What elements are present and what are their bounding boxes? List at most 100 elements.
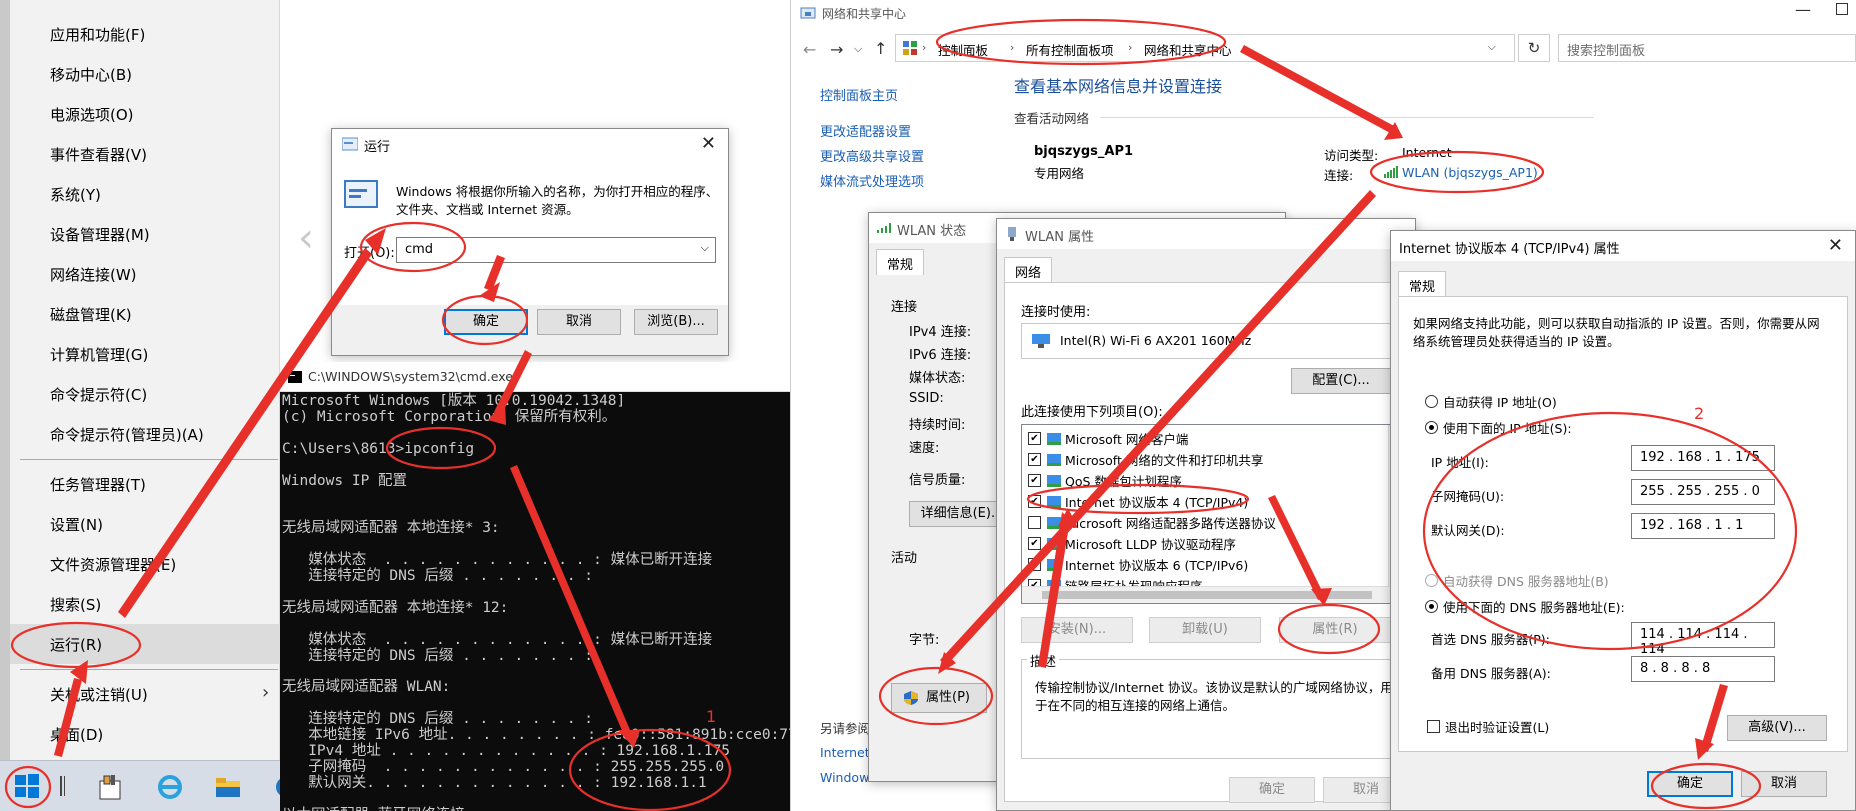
run-browse-button[interactable]: 浏览(B)... [634, 309, 718, 335]
menu-item-diskmgmt[interactable]: 磁盘管理(K) [50, 304, 132, 325]
wlan-props-ok-button[interactable]: 确定 [1229, 777, 1315, 803]
run-cancel-button[interactable]: 取消 [537, 309, 621, 335]
close-icon[interactable]: ✕ [1828, 235, 1843, 256]
sidebar-link-adapter[interactable]: 更改适配器设置 [820, 121, 911, 140]
access-type-label: 访问类型: [1324, 148, 1379, 163]
run-open-input[interactable]: cmd ⌵ [396, 237, 716, 263]
menu-item-system[interactable]: 系统(Y) [50, 184, 101, 205]
ip-address-input[interactable]: 192 . 168 . 1 . 175 [1631, 445, 1775, 471]
tab-networking[interactable]: 网络 [1004, 257, 1053, 283]
maximize-icon[interactable] [1836, 3, 1848, 15]
component-checkbox[interactable]: ✔ [1028, 432, 1041, 445]
menu-item-desktop[interactable]: 桌面(D) [50, 724, 103, 745]
chevron-down-icon[interactable]: ⌵ [701, 241, 709, 255]
install-button[interactable]: 安装(N)... [1021, 617, 1133, 643]
validate-checkbox[interactable] [1427, 720, 1440, 733]
manual-ip-radio[interactable] [1425, 421, 1438, 434]
validate-label[interactable]: 退出时验证设置(L) [1445, 717, 1549, 736]
minimize-icon[interactable]: — [1795, 0, 1811, 19]
breadcrumb-all-items[interactable]: 所有控制面板项 [1026, 40, 1114, 59]
windows-firewall-link[interactable]: Window [820, 770, 869, 785]
component-label: Microsoft 网络的文件和打印机共享 [1065, 453, 1264, 468]
wlan-properties-button[interactable]: 属性(P) [891, 683, 987, 713]
menu-item-run[interactable]: 运行(R) [50, 634, 102, 655]
h-scrollbar-thumb[interactable] [1042, 591, 1372, 599]
ipv4-cancel-button[interactable]: 取消 [1741, 771, 1827, 797]
component-label: Microsoft 网络客户端 [1065, 432, 1189, 447]
subnet-mask-input[interactable]: 255 . 255 . 255 . 0 [1631, 479, 1775, 505]
menu-item-taskmgr[interactable]: 任务管理器(T) [50, 474, 146, 495]
horizontal-scrollbar[interactable]: › [1022, 586, 1404, 603]
menu-item-apps[interactable]: 应用和功能(F) [50, 24, 145, 45]
sidebar-link-home[interactable]: 控制面板主页 [820, 85, 898, 104]
menu-item-devicemgr[interactable]: 设备管理器(M) [50, 224, 150, 245]
file-explorer-icon[interactable] [214, 773, 244, 801]
list-item[interactable]: ✔ Microsoft 网络的文件和打印机共享 [1028, 450, 1263, 470]
up-arrow-icon[interactable]: ↑ [874, 39, 887, 58]
forward-arrow-icon[interactable]: → [830, 40, 843, 59]
component-checkbox[interactable]: ✔ [1028, 453, 1041, 466]
address-dropdown-icon[interactable]: ⌵ [1488, 40, 1496, 54]
menu-item-network[interactable]: 网络连接(W) [50, 264, 137, 285]
refresh-icon[interactable]: ↻ [1518, 34, 1550, 62]
manual-dns-radio[interactable] [1425, 600, 1438, 613]
breadcrumb-network-center[interactable]: 网络和共享中心 [1144, 40, 1232, 59]
auto-dns-radio[interactable] [1425, 574, 1438, 587]
search-control-panel-input[interactable]: 搜索控制面板 [1558, 34, 1856, 62]
menu-item-cmd-admin[interactable]: 命令提示符(管理员)(A) [50, 424, 204, 445]
sidebar-link-media[interactable]: 媒体流式处理选项 [820, 171, 924, 190]
list-item[interactable]: ✔ QoS 数据包计划程序 [1028, 471, 1182, 491]
uninstall-button[interactable]: 卸载(U) [1149, 617, 1261, 643]
list-item[interactable]: Microsoft 网络适配器多路传送器协议 [1028, 513, 1276, 533]
recent-dropdown-icon[interactable]: ⌵ [854, 42, 862, 56]
menu-item-search[interactable]: 搜索(S) [50, 594, 101, 615]
wlan-connection-link[interactable]: WLAN (bjqszygs_AP1) [1402, 165, 1538, 180]
menu-item-mobility[interactable]: 移动中心(B) [50, 64, 132, 85]
run-ok-button[interactable]: 确定 [444, 309, 528, 335]
component-properties-button[interactable]: 属性(R) [1279, 617, 1391, 643]
list-item[interactable]: ✔ Microsoft 网络客户端 [1028, 429, 1188, 449]
manual-ip-label[interactable]: 使用下面的 IP 地址(S): [1443, 418, 1572, 437]
tab-general[interactable]: 常规 [876, 249, 925, 275]
sidebar-link-sharing[interactable]: 更改高级共享设置 [820, 146, 924, 165]
components-list[interactable]: ✔ Microsoft 网络客户端 ✔ Microsoft 网络的文件和打印机共享 ✔ Q… [1021, 424, 1405, 604]
auto-ip-radio[interactable] [1425, 395, 1438, 408]
ie-browser-icon[interactable] [156, 773, 186, 801]
list-item[interactable]: ✔ Internet 协议版本 4 (TCP/IPv4) [1028, 492, 1248, 512]
component-checkbox[interactable]: ✔ [1028, 495, 1041, 508]
component-label: Microsoft 网络适配器多路传送器协议 [1065, 516, 1276, 531]
auto-ip-label[interactable]: 自动获得 IP 地址(O) [1443, 392, 1557, 411]
gateway-input[interactable]: 192 . 168 . 1 . 1 [1631, 513, 1775, 539]
ipv4-ok-button[interactable]: 确定 [1647, 771, 1733, 797]
preferred-dns-input[interactable]: 114 . 114 . 114 . 114 [1631, 622, 1775, 657]
menu-item-explorer[interactable]: 文件资源管理器(E) [50, 554, 176, 575]
close-icon[interactable]: ✕ [701, 133, 716, 154]
toolbox-app-icon[interactable] [96, 773, 126, 801]
menu-item-eventviewer[interactable]: 事件查看器(V) [50, 144, 147, 165]
menu-item-shutdown[interactable]: 关机或注销(U) [50, 684, 148, 705]
windows-start-icon[interactable] [14, 773, 44, 801]
list-item[interactable]: ✔ Internet 协议版本 6 (TCP/IPv6) [1028, 555, 1248, 575]
wifi-signal-icon [1384, 166, 1398, 178]
cmd-output[interactable]: Microsoft Windows [版本 10.0.19042.1348] (… [282, 393, 823, 811]
address-bar[interactable]: › 控制面板 › 所有控制面板项 › 网络和共享中心 ⌵ [895, 34, 1515, 62]
menu-item-compmgmt[interactable]: 计算机管理(G) [50, 344, 148, 365]
configure-button[interactable]: 配置(C)... [1291, 368, 1391, 394]
component-checkbox[interactable]: ✔ [1028, 558, 1041, 571]
component-checkbox[interactable]: ✔ [1028, 537, 1041, 550]
advanced-button[interactable]: 高级(V)... [1727, 715, 1827, 741]
tab-general[interactable]: 常规 [1398, 271, 1447, 297]
auto-dns-label[interactable]: 自动获得 DNS 服务器地址(B) [1443, 571, 1609, 590]
internet-options-link[interactable]: Internet [820, 745, 870, 760]
menu-item-settings[interactable]: 设置(N) [50, 514, 103, 535]
taskview-divider-icon[interactable] [58, 773, 66, 801]
alternate-dns-input[interactable]: 8 . 8 . 8 . 8 [1631, 656, 1775, 682]
list-item[interactable]: ✔ Microsoft LLDP 协议驱动程序 [1028, 534, 1236, 554]
component-checkbox[interactable]: ✔ [1028, 474, 1041, 487]
component-checkbox[interactable] [1028, 516, 1041, 529]
menu-item-power[interactable]: 电源选项(O) [50, 104, 134, 125]
menu-item-cmd[interactable]: 命令提示符(C) [50, 384, 147, 405]
manual-dns-label[interactable]: 使用下面的 DNS 服务器地址(E): [1443, 597, 1625, 616]
back-arrow-icon[interactable]: ← [803, 40, 816, 59]
breadcrumb-control-panel[interactable]: 控制面板 [938, 40, 988, 59]
